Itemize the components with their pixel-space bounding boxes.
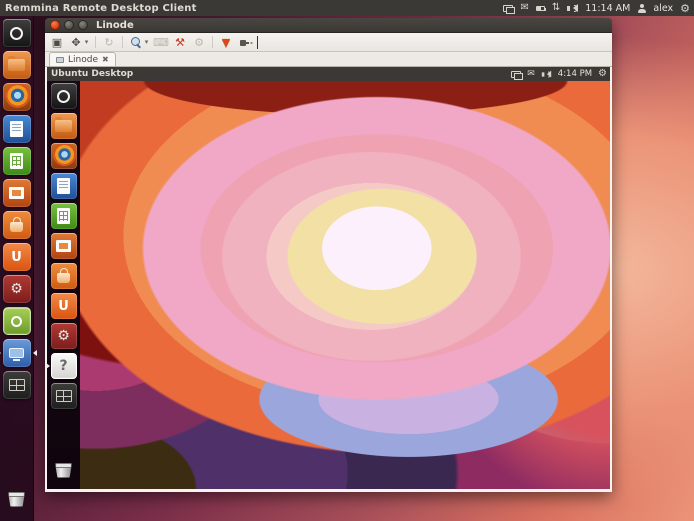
settings-gear-icon[interactable]: ⚙ <box>598 69 607 79</box>
launcher-item-libreoffice-calc[interactable] <box>3 147 31 175</box>
active-app-title: Remmina Remote Desktop Client <box>0 3 197 14</box>
remote-launcher-item-libreoffice-impress[interactable] <box>51 233 77 259</box>
messages-icon[interactable]: ✉ <box>520 3 528 13</box>
remote-indicator-tray: ✉ 4:14 PM ⚙ <box>511 69 610 79</box>
fit-window-caret[interactable]: ▾ <box>83 34 90 50</box>
host-clock[interactable]: 11:14 AM <box>585 3 630 14</box>
launcher-item-libreoffice-writer[interactable] <box>3 115 31 143</box>
keyboard-grab-button[interactable]: ⌨ <box>153 34 169 50</box>
remote-launcher-item-dash-home[interactable] <box>51 83 77 109</box>
tab-close-icon[interactable]: ✖ <box>102 55 109 64</box>
remote-launcher-item-help[interactable]: ? <box>51 353 77 379</box>
launcher-item-trash[interactable] <box>3 485 31 513</box>
remote-launcher-item-software-center[interactable] <box>51 263 77 289</box>
window-title: Linode <box>96 20 134 31</box>
remote-launcher: U ⚙ ? <box>47 81 80 489</box>
battery-icon[interactable] <box>536 6 545 11</box>
remote-launcher-item-ubuntu-one[interactable]: U <box>51 293 77 319</box>
remote-wallpaper <box>80 81 610 489</box>
remote-launcher-item-trash[interactable] <box>51 457 77 483</box>
launcher-item-software-updater[interactable] <box>3 307 31 335</box>
minimize-button[interactable] <box>64 20 74 30</box>
close-button[interactable] <box>50 20 60 30</box>
scale-button[interactable] <box>128 34 144 50</box>
toolbar-separator[interactable] <box>212 36 213 48</box>
host-desktop: { "host_panel": { "app_title": "Remmina … <box>0 0 694 521</box>
remote-launcher-item-libreoffice-writer[interactable] <box>51 173 77 199</box>
remmina-window: Linode ▣ ✥ ▾ ↻ <box>45 18 612 492</box>
settings-gear-icon[interactable]: ⚙ <box>680 3 690 14</box>
messages-icon[interactable]: ✉ <box>527 70 535 79</box>
network-traffic-icon[interactable]: ⇅ <box>552 3 560 13</box>
launcher-item-files[interactable] <box>3 51 31 79</box>
session-monitors-icon[interactable] <box>503 5 513 12</box>
fit-window-button[interactable]: ✥ <box>68 34 84 50</box>
minimize-connection-button[interactable]: ▼ <box>218 34 234 50</box>
maximize-button[interactable] <box>78 20 88 30</box>
host-top-panel: Remmina Remote Desktop Client ✉ ⇅ 11:14 … <box>0 0 694 16</box>
remote-clock[interactable]: 4:14 PM <box>558 69 592 79</box>
remote-launcher-item-workspace-switcher[interactable] <box>51 383 77 409</box>
toolbar-cursor-line[interactable] <box>257 36 258 49</box>
launcher-item-software-center[interactable] <box>3 211 31 239</box>
scale-caret[interactable]: ▾ <box>143 34 150 50</box>
refresh-button[interactable]: ↻ <box>101 34 117 50</box>
launcher-item-firefox[interactable] <box>3 83 31 111</box>
remote-menu-label[interactable]: Ubuntu Desktop <box>47 69 133 79</box>
launcher-item-remmina[interactable] <box>3 339 31 367</box>
volume-icon[interactable] <box>542 70 551 78</box>
remote-launcher-item-libreoffice-calc[interactable] <box>51 203 77 229</box>
toolbar-separator[interactable] <box>95 36 96 48</box>
remote-desktop: U ⚙ ? <box>47 81 610 489</box>
remmina-toolbar: ▣ ✥ ▾ ↻ <box>45 33 612 52</box>
remote-viewport[interactable]: Ubuntu Desktop ✉ 4:14 PM ⚙ <box>45 67 612 492</box>
preferences-button[interactable]: ⚒ <box>172 34 188 50</box>
window-titlebar[interactable]: Linode <box>45 18 612 33</box>
remote-launcher-item-firefox[interactable] <box>51 143 77 169</box>
connection-icon <box>56 57 64 63</box>
tab-linode[interactable]: Linode ✖ <box>49 52 116 66</box>
remote-launcher-item-system-settings[interactable]: ⚙ <box>51 323 77 349</box>
user-icon[interactable] <box>637 4 646 13</box>
tools-button[interactable]: ⚙ <box>191 34 207 50</box>
toolbar-separator[interactable] <box>122 36 123 48</box>
disconnect-button[interactable] <box>237 34 253 50</box>
launcher-item-dash-home[interactable] <box>3 19 31 47</box>
remote-launcher-item-files[interactable] <box>51 113 77 139</box>
host-indicator-tray: ✉ ⇅ 11:14 AM alex ⚙ <box>503 3 694 14</box>
session-monitors-icon[interactable] <box>511 71 521 78</box>
fullscreen-button[interactable]: ▣ <box>49 34 65 50</box>
host-launcher: U ⚙ <box>0 16 34 521</box>
volume-icon[interactable] <box>567 4 578 13</box>
user-name[interactable]: alex <box>653 3 673 14</box>
connection-tabbar: Linode ✖ <box>45 52 612 67</box>
launcher-item-system-settings[interactable]: ⚙ <box>3 275 31 303</box>
launcher-item-workspace-switcher[interactable] <box>3 371 31 399</box>
launcher-item-libreoffice-impress[interactable] <box>3 179 31 207</box>
launcher-item-ubuntu-one[interactable]: U <box>3 243 31 271</box>
tab-label: Linode <box>68 55 98 65</box>
remote-top-panel: Ubuntu Desktop ✉ 4:14 PM ⚙ <box>47 67 610 81</box>
